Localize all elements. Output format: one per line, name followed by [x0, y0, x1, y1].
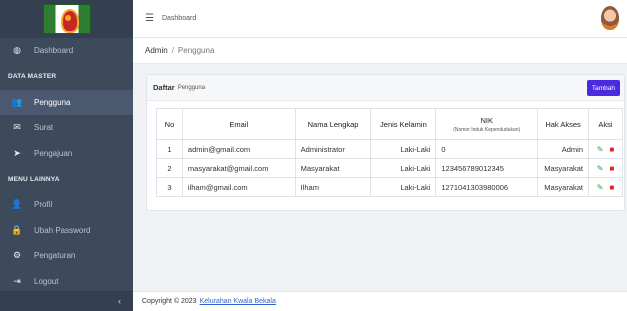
topbar: ☰ Dashboard — [133, 0, 627, 38]
cell-gender: Laki-Laki — [370, 139, 437, 159]
sidebar: ◍ Dashboard DATA MASTER 👥 Pengguna ✉ Sur… — [0, 0, 133, 311]
sidebar-item-label: Dashboard — [34, 46, 74, 56]
cell-action: ✎ ■ — [588, 177, 623, 197]
table-row: 3 ilham@gmail.com Ilham Laki-Laki 127104… — [156, 177, 623, 197]
cell-role: Masyarakat — [537, 158, 590, 178]
add-user-button[interactable]: Tambah — [586, 80, 620, 96]
table-header-row: No Email Nama Lengkap Jenis Kelamin NIK … — [156, 108, 623, 140]
cell-email: ilham@gmail.com — [181, 177, 296, 197]
edit-icon[interactable]: ✎ — [597, 164, 604, 173]
nik-header-label: NIK — [480, 115, 493, 125]
sidebar-item-label: Profil — [34, 200, 53, 210]
cell-name: Masyarakat — [294, 158, 372, 178]
nav-section-menu-lainnya: MENU LAINNYA — [8, 175, 60, 183]
sidebar-item-pengguna[interactable]: 👥 Pengguna — [0, 89, 133, 115]
column-header-action: Aksi — [588, 108, 623, 140]
cell-nik: 0 — [435, 139, 539, 159]
sidebar-item-label: Pengguna — [34, 97, 71, 107]
sidebar-item-label: Logout — [34, 276, 59, 286]
cell-email: admin@gmail.com — [181, 139, 296, 159]
avatar[interactable] — [601, 6, 619, 30]
trash-icon[interactable]: ■ — [609, 183, 614, 192]
sidebar-item-label: Surat — [34, 123, 54, 133]
card-title: Daftar — [153, 83, 175, 92]
cell-action: ✎ ■ — [588, 139, 623, 159]
mail-icon: ✉ — [13, 122, 21, 133]
column-header-name: Nama Lengkap — [294, 108, 372, 140]
logout-icon: ⇥ — [13, 275, 21, 286]
column-header-no: No — [156, 108, 183, 140]
cell-no: 1 — [156, 139, 183, 159]
table-row: 2 masyarakat@gmail.com Masyarakat Laki-L… — [156, 158, 623, 178]
footer-link[interactable]: Kelurahan Kwala Bekala — [200, 298, 276, 305]
sidebar-item-profil[interactable]: 👤 Profil — [0, 192, 133, 218]
breadcrumb-root[interactable]: Admin — [145, 46, 168, 55]
users-icon: 👥 — [11, 96, 23, 107]
cell-role: Masyarakat — [537, 177, 590, 197]
edit-icon[interactable]: ✎ — [597, 183, 604, 192]
nav-section-data-master: DATA MASTER — [8, 73, 57, 80]
footer: Copyright © 2023 Kelurahan Kwala Bekala — [133, 291, 627, 311]
breadcrumb-separator: / — [171, 46, 174, 55]
sidebar-item-pengajuan[interactable]: ➤ Pengajuan — [0, 141, 133, 167]
cell-action: ✎ ■ — [588, 158, 623, 178]
footer-copyright: Copyright © 2023 — [142, 298, 197, 305]
cell-gender: Laki-Laki — [370, 158, 437, 178]
column-header-role: Hak Akses — [537, 108, 590, 140]
logo-area[interactable] — [0, 0, 133, 38]
column-header-email: Email — [181, 108, 296, 140]
logo — [42, 4, 91, 34]
cell-name: Ilham — [294, 177, 372, 197]
sidebar-item-label: Pengajuan — [34, 148, 73, 158]
sidebar-item-label: Pengaturan — [34, 251, 76, 261]
hamburger-icon[interactable]: ☰ — [145, 13, 154, 24]
user-list-card: Daftar Pengguna Tambah No Email Nama Len… — [146, 74, 625, 211]
sidebar-item-dashboard[interactable]: ◍ Dashboard — [0, 38, 133, 64]
breadcrumb: Admin / Pengguna — [133, 38, 627, 64]
send-icon: ➤ — [13, 147, 21, 158]
cell-email: masyarakat@gmail.com — [181, 158, 296, 178]
user-table: No Email Nama Lengkap Jenis Kelamin NIK … — [156, 108, 623, 197]
table-row: 1 admin@gmail.com Administrator Laki-Lak… — [156, 139, 623, 159]
cogs-icon: ⚙ — [12, 250, 22, 261]
topbar-title: Dashboard — [161, 15, 197, 22]
sidebar-item-pengaturan[interactable]: ⚙ Pengaturan — [0, 243, 133, 269]
lock-icon: 🔒 — [11, 224, 23, 235]
cell-nik: 123456789012345 — [435, 158, 539, 178]
cell-name: Administrator — [294, 139, 372, 159]
sidebar-item-surat[interactable]: ✉ Surat — [0, 115, 133, 141]
cell-role: Admin — [537, 139, 590, 159]
column-header-gender: Jenis Kelamin — [370, 108, 437, 140]
cell-no: 3 — [156, 177, 183, 197]
user-gear-icon: 👤 — [11, 199, 23, 210]
sidebar-collapse-button[interactable]: ‹ — [0, 291, 133, 311]
edit-icon[interactable]: ✎ — [597, 145, 604, 154]
trash-icon[interactable]: ■ — [609, 145, 614, 154]
cell-no: 2 — [156, 158, 183, 178]
sidebar-item-ubah-password[interactable]: 🔒 Ubah Password — [0, 218, 133, 244]
card-header: Daftar Pengguna Tambah — [147, 75, 624, 101]
cell-gender: Laki-Laki — [370, 177, 437, 197]
dashboard-icon: ◍ — [13, 45, 21, 56]
sidebar-item-label: Ubah Password — [34, 225, 91, 235]
chevron-left-icon: ‹ — [118, 296, 121, 306]
trash-icon[interactable]: ■ — [609, 164, 614, 173]
nik-header-sublabel: (Nomor Induk Kependudukan) — [453, 126, 521, 133]
breadcrumb-current: Pengguna — [177, 46, 215, 55]
cell-nik: 1271041303980006 — [435, 177, 539, 197]
card-subtitle: Pengguna — [177, 84, 206, 91]
column-header-nik: NIK (Nomor Induk Kependudukan) — [435, 108, 539, 140]
